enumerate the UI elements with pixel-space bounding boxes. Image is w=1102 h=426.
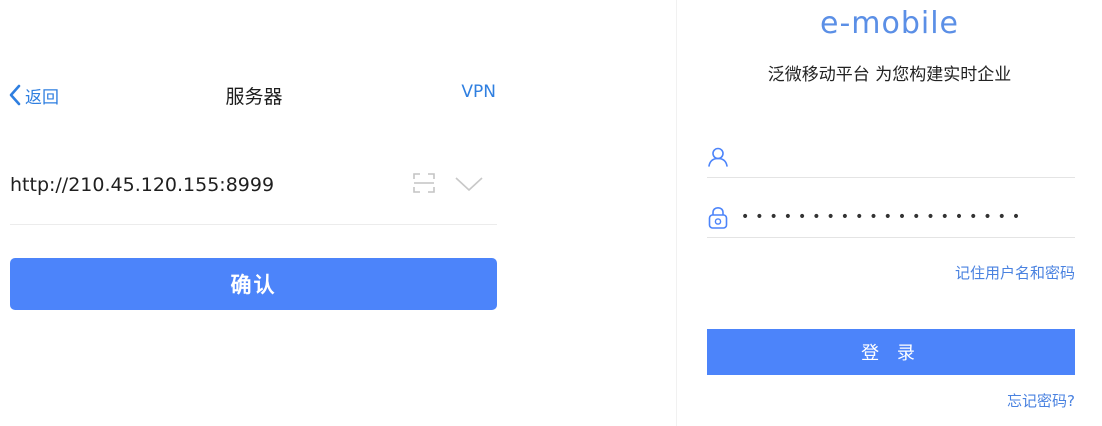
login-button[interactable]: 登 录 [707,329,1075,375]
server-settings-panel: 返回 服务器 VPN 确认 [0,0,508,426]
password-row [707,198,1075,238]
login-panel: e-mobile 泛微移动平台 为您构建实时企业 记住用户名和密码 登 录 忘记… [677,0,1102,426]
vpn-button[interactable]: VPN [461,82,496,102]
app-logo: e-mobile [819,6,960,41]
remember-credentials-link[interactable]: 记住用户名和密码 [955,262,1075,283]
password-input[interactable] [741,202,1071,232]
username-row [707,138,1075,178]
scan-icon[interactable] [412,171,436,199]
chevron-down-icon[interactable] [454,175,484,197]
username-input[interactable] [741,142,1071,172]
page-title: 服务器 [225,86,283,108]
app-slogan: 泛微移动平台 为您构建实时企业 [767,65,1012,85]
user-icon [707,146,729,172]
server-address-row [10,157,497,225]
forgot-password-link[interactable]: 忘记密码? [1007,390,1075,411]
server-address-input[interactable] [10,169,400,201]
confirm-button[interactable]: 确认 [10,258,497,310]
nav-bar: 返回 服务器 VPN [0,72,508,118]
lock-icon [707,206,729,234]
